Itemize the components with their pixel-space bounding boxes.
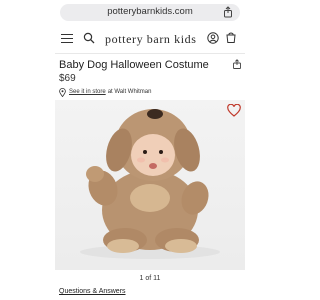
browser-url-bar[interactable]: potterybarnkids.com <box>60 4 240 21</box>
phone-screen: potterybarnkids.com pottery barn kids Ba… <box>0 0 300 300</box>
product-price: $69 <box>59 73 76 84</box>
product-photo-illustration <box>80 109 220 259</box>
product-title: Baby Dog Halloween Costume <box>59 59 209 71</box>
image-counter: 1 of 11 <box>139 275 161 282</box>
questions-answers-link[interactable]: Questions & Answers <box>59 288 126 295</box>
share-icon[interactable] <box>222 6 234 18</box>
cart-icon[interactable] <box>225 32 237 44</box>
wishlist-heart-icon[interactable] <box>227 104 241 117</box>
hamburger-menu-icon[interactable] <box>61 34 73 44</box>
site-header: pottery barn kids <box>55 24 245 54</box>
see-in-store-link[interactable]: See it in store <box>69 89 106 95</box>
product-photo[interactable] <box>55 100 245 270</box>
account-icon[interactable] <box>207 32 219 44</box>
search-icon[interactable] <box>83 32 95 44</box>
store-availability: See it in store at Walt Whitman <box>59 87 151 97</box>
location-pin-icon <box>59 87 66 97</box>
share-icon[interactable] <box>232 59 242 69</box>
url-text: potterybarnkids.com <box>107 6 193 17</box>
store-location: at Walt Whitman <box>107 89 152 95</box>
brand-logo[interactable]: pottery barn kids <box>105 32 197 47</box>
